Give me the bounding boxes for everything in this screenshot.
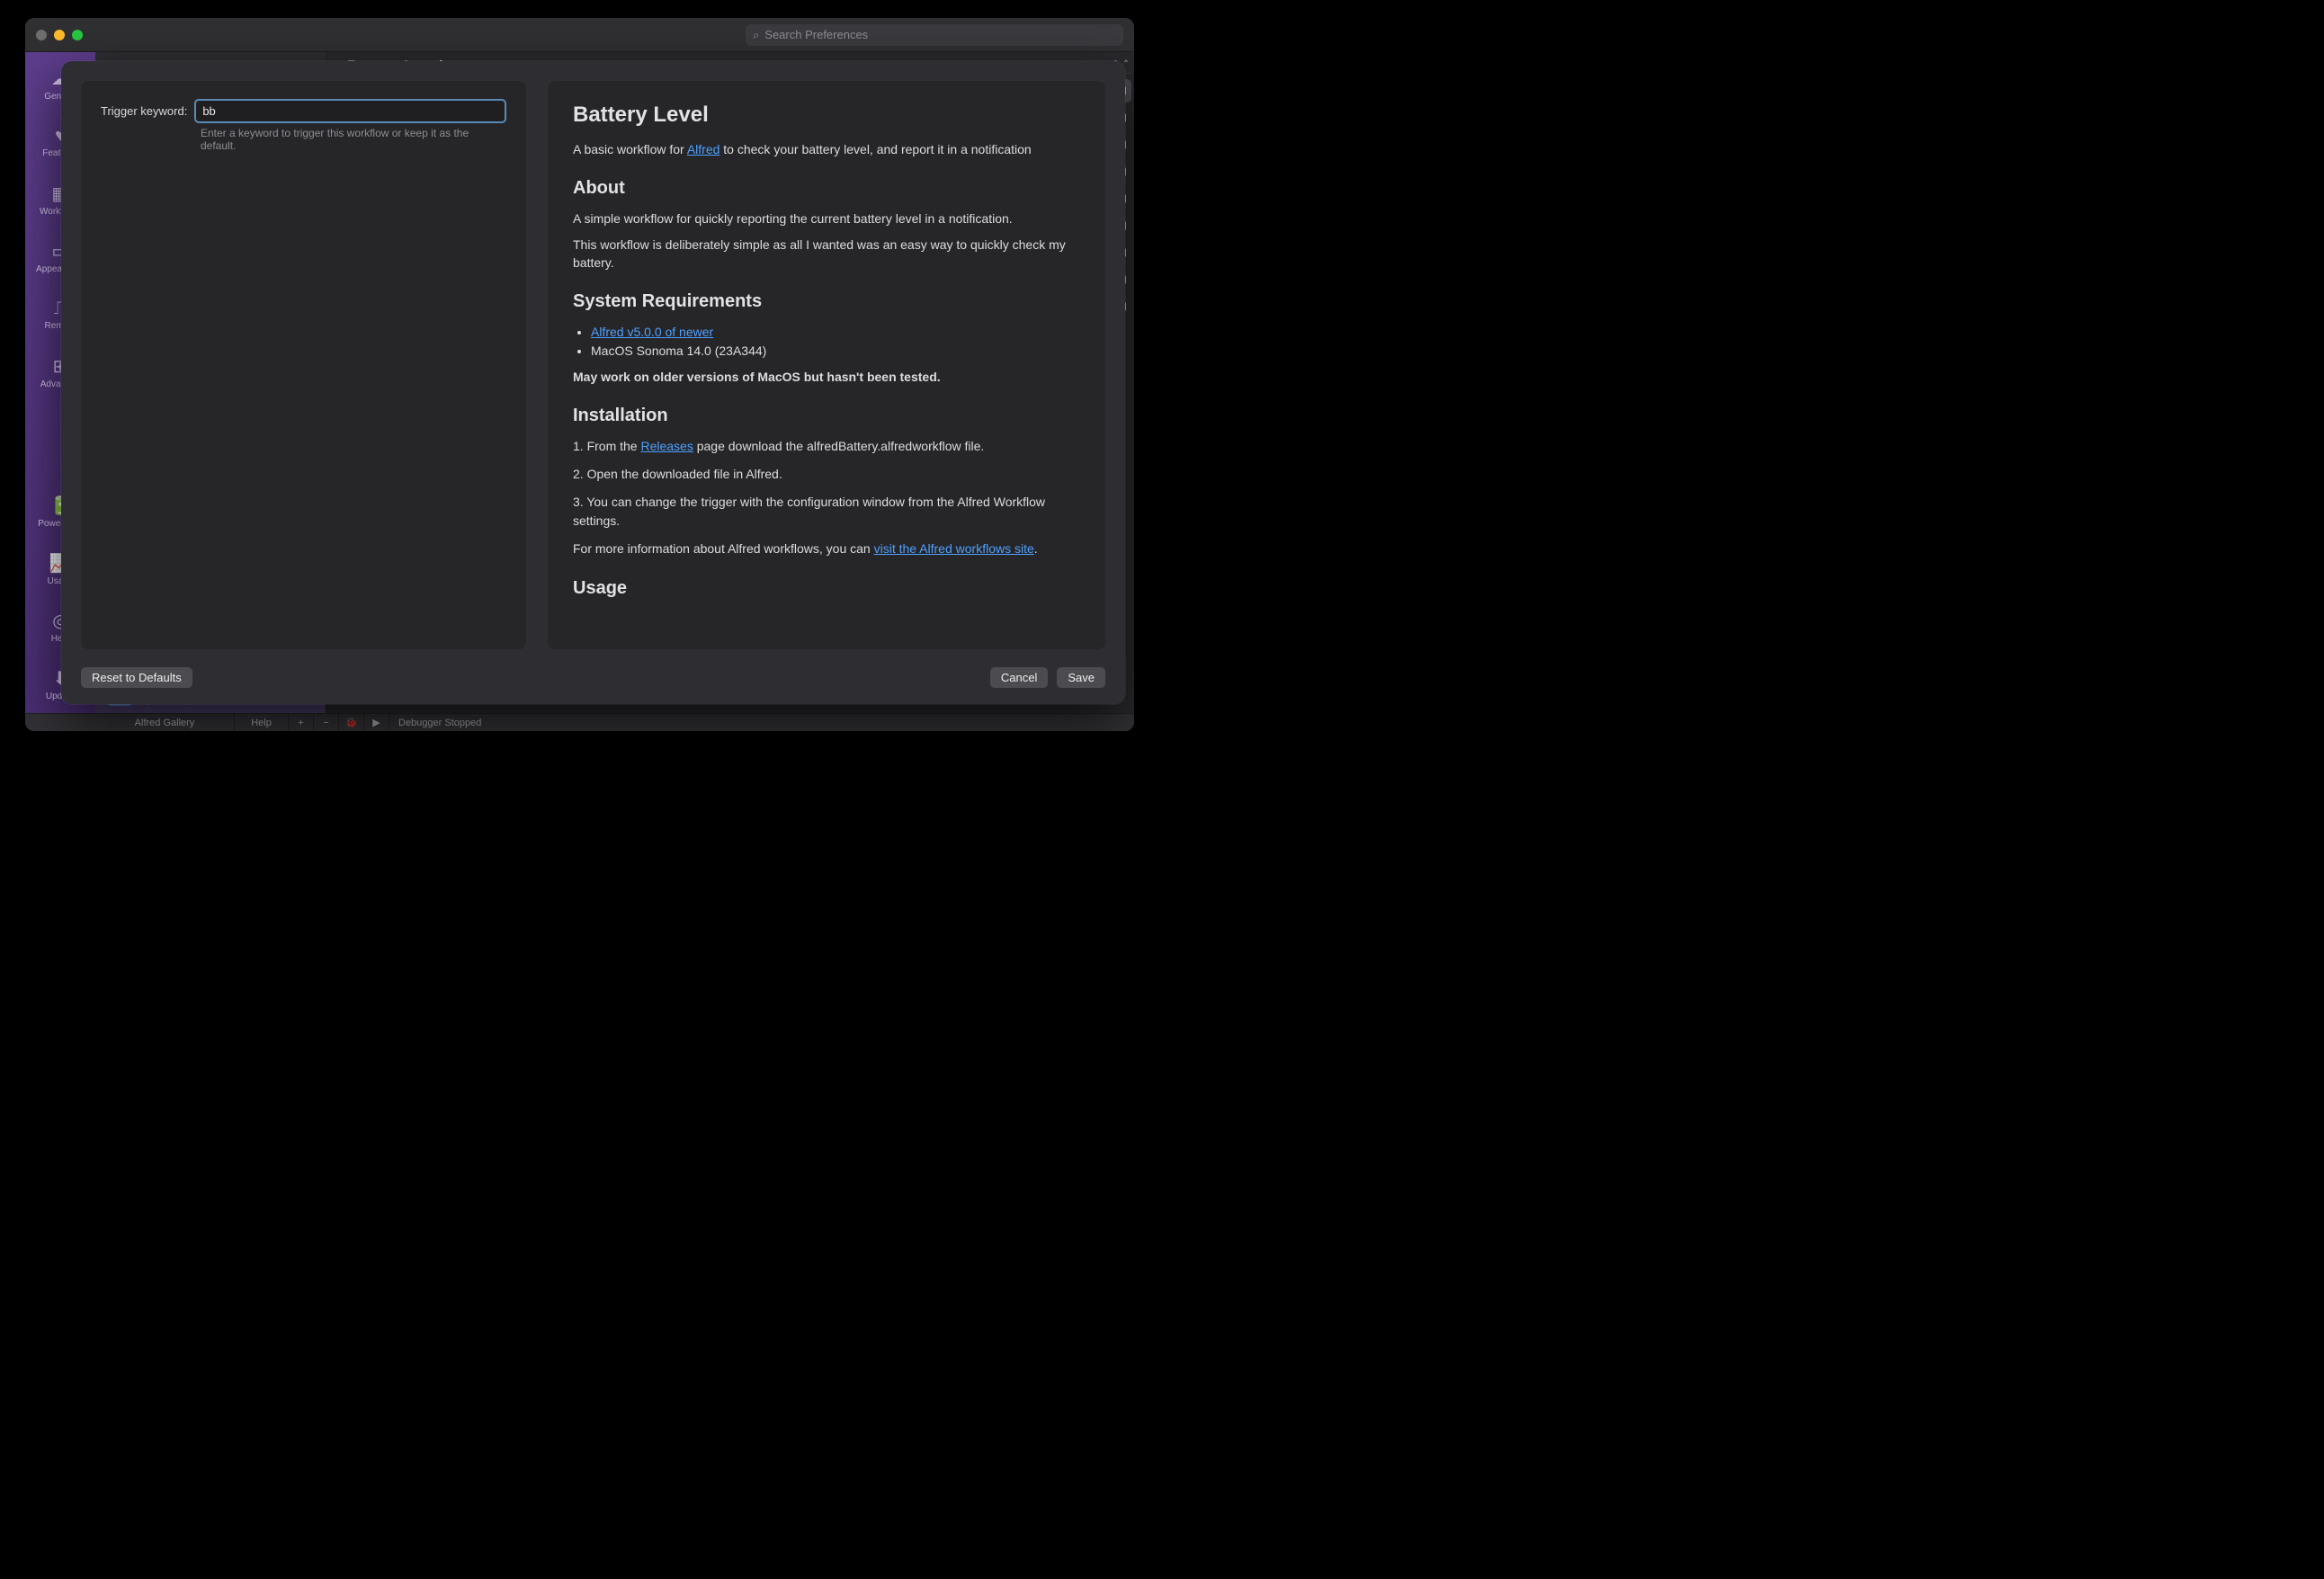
info-title: Battery Level [573, 103, 1080, 128]
zoom-window-button[interactable] [72, 30, 83, 40]
alfred-gallery-button[interactable]: Alfred Gallery [95, 714, 235, 731]
trigger-keyword-input[interactable] [194, 99, 506, 123]
req-heading: System Requirements [573, 291, 1080, 312]
reset-defaults-button[interactable]: Reset to Defaults [81, 667, 192, 688]
debugger-status: Debugger Stopped [389, 714, 490, 731]
info-pane: Battery Level A basic workflow for Alfre… [548, 81, 1105, 649]
install-heading: Installation [573, 406, 1080, 426]
play-icon[interactable]: ▶ [364, 714, 389, 731]
bottom-bar: Alfred Gallery Help + − 🐞 ▶ Debugger Sto… [25, 713, 1134, 731]
about-p1: A simple workflow for quickly reporting … [573, 210, 1080, 227]
cancel-button[interactable]: Cancel [990, 667, 1048, 688]
titlebar: ⌕ [25, 18, 1134, 52]
close-window-button[interactable] [36, 30, 47, 40]
save-button[interactable]: Save [1057, 667, 1105, 688]
info-intro: A basic workflow for Alfred to check you… [573, 140, 1080, 158]
add-button[interactable]: + [289, 714, 314, 731]
install-step-1: 1. From the Releases page download the a… [573, 437, 1080, 456]
install-step-2: 2. Open the downloaded file in Alfred. [573, 465, 1080, 484]
trigger-keyword-hint: Enter a keyword to trigger this workflow… [201, 127, 506, 152]
search-field-wrap[interactable]: ⌕ [746, 24, 1123, 46]
workflows-site-link[interactable]: visit the Alfred workflows site [874, 541, 1034, 556]
about-p2: This workflow is deliberately simple as … [573, 236, 1080, 272]
usage-heading: Usage [573, 578, 1080, 599]
trigger-keyword-label: Trigger keyword: [101, 104, 187, 118]
config-pane: Trigger keyword: Enter a keyword to trig… [81, 81, 526, 649]
remove-button[interactable]: − [314, 714, 339, 731]
alfred-link[interactable]: Alfred [687, 142, 720, 156]
window-controls [36, 30, 83, 40]
req-macos: MacOS Sonoma 14.0 (23A344) [591, 342, 1080, 361]
bug-icon[interactable]: 🐞 [339, 714, 364, 731]
req-note: May work on older versions of MacOS but … [573, 370, 941, 384]
more-info: For more information about Alfred workfl… [573, 540, 1080, 558]
releases-link[interactable]: Releases [640, 439, 693, 453]
alfred-version-link[interactable]: Alfred v5.0.0 of newer [591, 325, 713, 339]
preferences-window: ⌕ ☁ General ♥ Features ▦ Workflows [25, 18, 1134, 731]
workflow-config-modal: Trigger keyword: Enter a keyword to trig… [61, 61, 1125, 704]
about-heading: About [573, 178, 1080, 199]
help-button[interactable]: Help [235, 714, 289, 731]
minimize-window-button[interactable] [54, 30, 65, 40]
search-input[interactable] [764, 28, 1116, 41]
search-icon: ⌕ [753, 28, 759, 42]
install-step-3: 3. You can change the trigger with the c… [573, 493, 1080, 531]
